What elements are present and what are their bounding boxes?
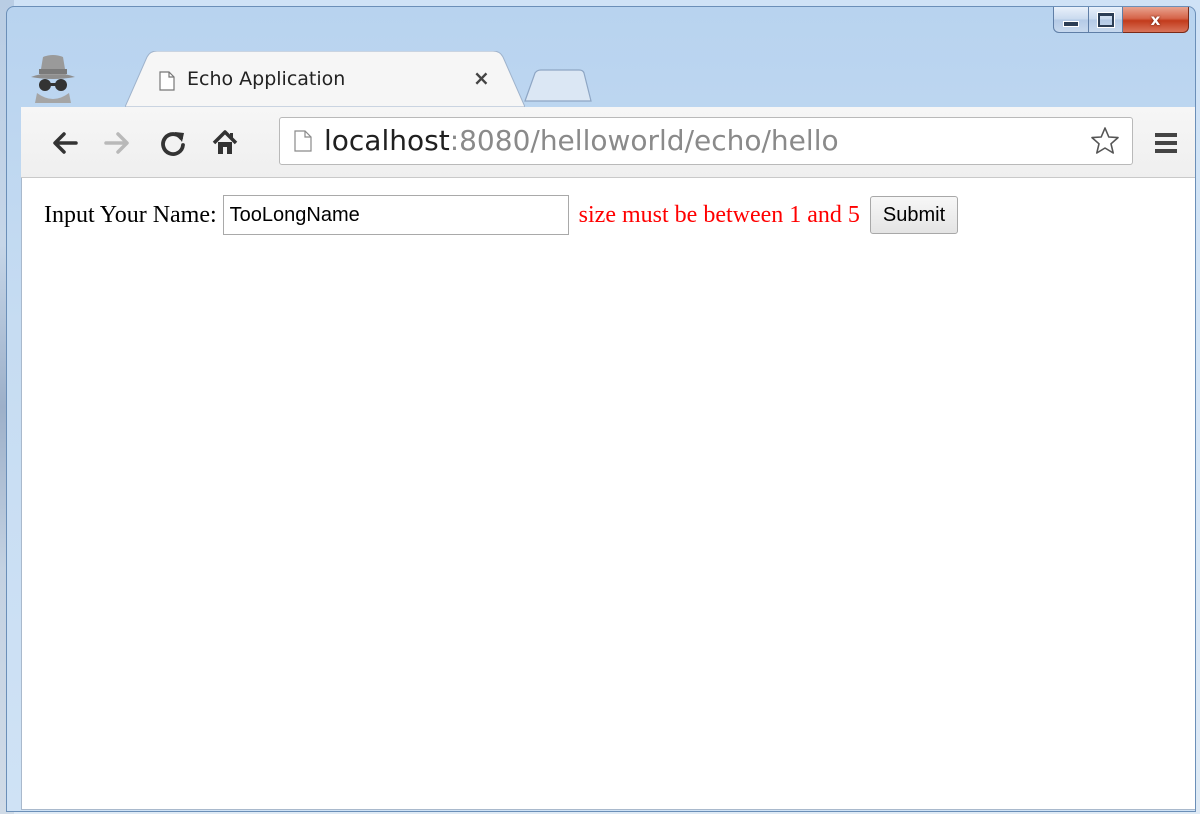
tab-title: Echo Application <box>187 68 346 90</box>
validation-error-message: size must be between 1 and 5 <box>578 201 860 228</box>
browser-toolbar: localhost:8080/helloworld/echo/hello <box>21 107 1195 178</box>
echo-form: Input Your Name: size must be between 1 … <box>44 195 959 235</box>
close-icon: x <box>1150 10 1161 29</box>
page-content: Input Your Name: size must be between 1 … <box>21 178 1195 810</box>
minimize-button[interactable] <box>1053 7 1089 33</box>
page-info-icon[interactable] <box>294 130 312 152</box>
reload-icon <box>161 132 185 156</box>
window-controls: x <box>1053 7 1189 37</box>
url-host: localhost <box>324 124 450 157</box>
tab-echo-application[interactable]: Echo Application × <box>125 51 525 107</box>
new-tab-button[interactable] <box>523 69 593 103</box>
url-text[interactable]: localhost:8080/helloworld/echo/hello <box>324 124 839 158</box>
menu-icon[interactable] <box>1151 129 1181 157</box>
maximize-button[interactable] <box>1089 7 1123 33</box>
minimize-icon <box>1063 20 1079 27</box>
url-path: :8080/helloworld/echo/hello <box>449 124 839 157</box>
back-arrow-icon <box>53 132 78 154</box>
star-icon[interactable] <box>1090 126 1120 156</box>
forward-button[interactable] <box>101 127 133 159</box>
close-window-button[interactable]: x <box>1123 7 1189 33</box>
close-tab-icon[interactable]: × <box>473 66 490 90</box>
file-icon <box>159 71 175 91</box>
name-label: Input Your Name: <box>44 201 217 228</box>
incognito-icon <box>31 55 75 103</box>
forward-arrow-icon <box>104 132 129 154</box>
name-input[interactable] <box>222 195 569 235</box>
browser-window: x Echo Application × localhost:8080/hell… <box>6 6 1196 812</box>
back-button[interactable] <box>49 127 81 159</box>
maximize-icon <box>1097 12 1114 27</box>
address-bar[interactable]: localhost:8080/helloworld/echo/hello <box>279 117 1133 165</box>
submit-button[interactable]: Submit <box>869 196 959 234</box>
reload-button[interactable] <box>157 127 189 159</box>
home-button[interactable] <box>209 127 241 159</box>
desktop-screen: x Echo Application × localhost:8080/hell… <box>0 0 1200 814</box>
home-icon <box>212 130 238 154</box>
